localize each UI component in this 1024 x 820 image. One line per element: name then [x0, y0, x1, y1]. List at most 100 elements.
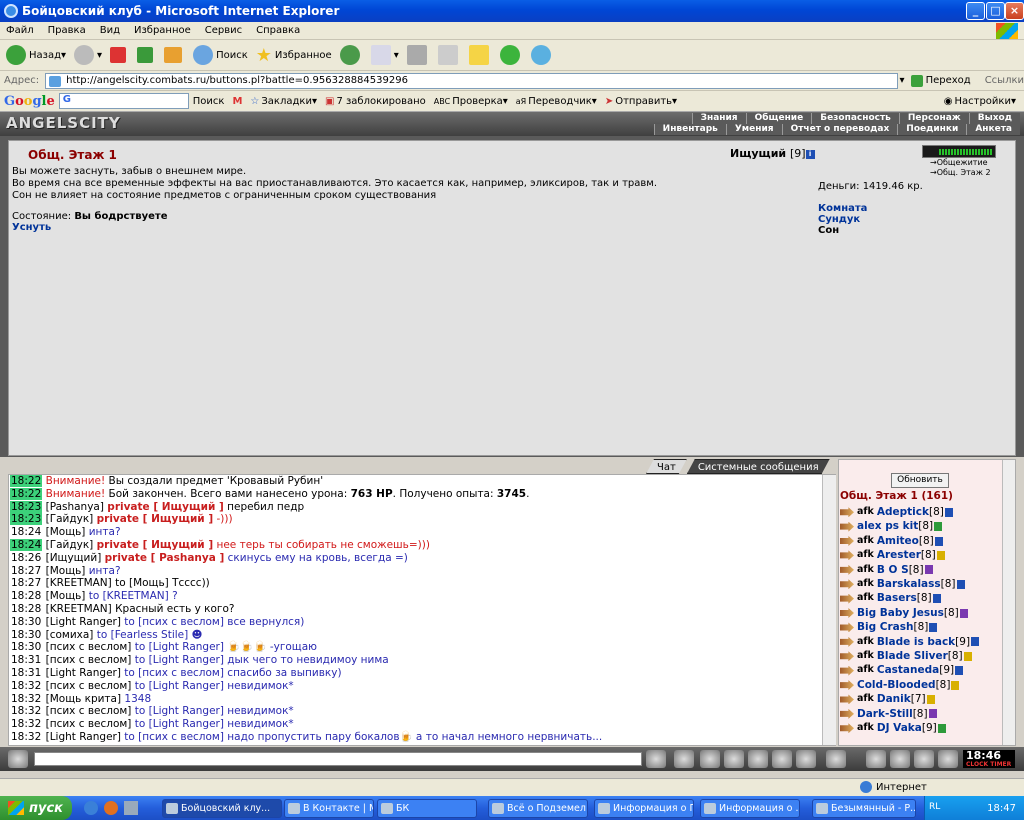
- private-arrow-icon[interactable]: [840, 507, 854, 518]
- clear-icon[interactable]: [674, 750, 694, 768]
- refresh-userlist-button[interactable]: Обновить: [891, 473, 949, 488]
- user-info-icon[interactable]: [971, 637, 980, 647]
- private-arrow-icon[interactable]: [840, 564, 854, 575]
- link-room[interactable]: Комната: [818, 203, 867, 214]
- user-row[interactable]: afk Danik [7]: [840, 692, 979, 706]
- nav-profile[interactable]: Анкета: [966, 124, 1020, 135]
- chat-time[interactable]: 18:24: [10, 526, 42, 538]
- stop-button[interactable]: [110, 47, 129, 63]
- filter-icon[interactable]: [700, 750, 720, 768]
- close-button[interactable]: ×: [1005, 2, 1024, 20]
- user-name[interactable]: B O S: [877, 563, 909, 577]
- user-info-icon[interactable]: [934, 536, 943, 546]
- private-arrow-icon[interactable]: [840, 708, 854, 719]
- tool-icon[interactable]: [890, 750, 910, 768]
- user-row[interactable]: afk Arester [8]: [840, 548, 979, 562]
- chat-time[interactable]: 18:32: [10, 718, 42, 730]
- user-row[interactable]: afk Basers [8]: [840, 591, 979, 605]
- player-info-icon[interactable]: i: [805, 149, 815, 159]
- chat-time[interactable]: 18:32: [10, 731, 42, 743]
- chat-time[interactable]: 18:30: [10, 629, 42, 641]
- user-name[interactable]: Arester: [877, 548, 921, 562]
- translator-button[interactable]: аЯ Переводчик ▾: [516, 96, 597, 107]
- private-arrow-icon[interactable]: [840, 521, 854, 532]
- user-row[interactable]: Dark-Still [8]: [840, 707, 979, 721]
- lock-icon[interactable]: [866, 750, 886, 768]
- send-message-icon[interactable]: [646, 750, 666, 768]
- chat-time[interactable]: 18:23: [10, 513, 43, 526]
- user-info-icon[interactable]: [956, 579, 965, 589]
- user-name[interactable]: Castaneda: [877, 663, 939, 677]
- task-dungeon-info[interactable]: Всё о Подземел...: [488, 799, 588, 818]
- print-button[interactable]: [406, 45, 430, 65]
- user-row[interactable]: Cold-Blooded [8]: [840, 678, 979, 692]
- chat-time[interactable]: 18:32: [10, 680, 42, 692]
- user-name[interactable]: Blade Sliver: [877, 649, 948, 663]
- messenger-button[interactable]: [530, 45, 554, 65]
- chat-time[interactable]: 18:26: [10, 552, 42, 564]
- search-button[interactable]: Поиск: [193, 45, 248, 65]
- save-icon[interactable]: [724, 750, 744, 768]
- user-name[interactable]: Danik: [877, 692, 911, 706]
- user-row[interactable]: afk Amiteo [8]: [840, 534, 979, 548]
- smiley-menu-icon[interactable]: [8, 750, 28, 768]
- send-button[interactable]: ➤ Отправить ▾: [605, 96, 677, 107]
- tab-chat[interactable]: Чат: [646, 459, 687, 474]
- user-info-icon[interactable]: [959, 608, 968, 618]
- chat-time[interactable]: 18:31: [10, 667, 42, 679]
- mail-button[interactable]: ▾: [370, 45, 399, 65]
- sound-icon[interactable]: [796, 750, 816, 768]
- spellcheck-button[interactable]: ABC Проверка ▾: [434, 96, 508, 107]
- task-info-g[interactable]: Информация о Г...: [594, 799, 694, 818]
- user-name[interactable]: Big Crash: [857, 620, 913, 634]
- private-arrow-icon[interactable]: [840, 680, 854, 691]
- edit-button[interactable]: [437, 45, 461, 65]
- user-name[interactable]: Dark-Still: [857, 707, 913, 721]
- chat-time[interactable]: 18:27: [10, 577, 42, 589]
- chat-time[interactable]: 18:30: [10, 616, 42, 628]
- user-name[interactable]: Basers: [877, 591, 917, 605]
- player-name[interactable]: Ищущий [9] i: [730, 147, 815, 160]
- nav-exit[interactable]: Выход: [968, 113, 1020, 124]
- task-info[interactable]: Информация о ...: [700, 799, 800, 818]
- user-info-icon[interactable]: [951, 680, 960, 690]
- gmail-button[interactable]: M: [232, 96, 242, 107]
- chat-time[interactable]: 18:23: [10, 500, 43, 513]
- nav-inventory[interactable]: Инвентарь: [653, 124, 726, 135]
- private-arrow-icon[interactable]: [840, 550, 854, 561]
- gear-icon[interactable]: [914, 750, 934, 768]
- link-chest[interactable]: Сундук: [818, 214, 867, 225]
- sleep-link[interactable]: Уснуть: [12, 222, 51, 233]
- address-dropdown-icon[interactable]: ▾: [900, 75, 905, 86]
- user-row[interactable]: afk Adeptick [8]: [840, 505, 979, 519]
- private-arrow-icon[interactable]: [840, 665, 854, 676]
- go-button[interactable]: Переход: [910, 74, 971, 87]
- user-info-icon[interactable]: [934, 522, 943, 532]
- private-arrow-icon[interactable]: [840, 579, 854, 590]
- ie-quicklaunch-icon[interactable]: [84, 801, 98, 815]
- user-row[interactable]: alex ps kit [8]: [840, 519, 979, 533]
- user-name[interactable]: Cold-Blooded: [857, 678, 936, 692]
- chat-time[interactable]: 18:22: [10, 475, 43, 487]
- favorites-button[interactable]: ★ Избранное: [256, 45, 332, 66]
- percent-icon[interactable]: [772, 750, 792, 768]
- menu-favorites[interactable]: Избранное: [134, 25, 191, 36]
- menu-tools[interactable]: Сервис: [205, 25, 242, 36]
- start-button[interactable]: пуск: [0, 796, 72, 820]
- user-name[interactable]: alex ps kit: [857, 519, 918, 533]
- menu-help[interactable]: Справка: [256, 25, 300, 36]
- user-name[interactable]: DJ Vaka: [877, 721, 922, 735]
- chat-time[interactable]: 18:24: [10, 538, 43, 551]
- task-bk[interactable]: БК: [377, 799, 477, 818]
- user-name[interactable]: Adeptick: [877, 505, 929, 519]
- history-button[interactable]: [339, 45, 363, 65]
- nav-security[interactable]: Безопасность: [811, 113, 899, 124]
- private-arrow-icon[interactable]: [840, 723, 854, 734]
- popup-blocker-button[interactable]: ▣ 7 заблокировано: [325, 96, 426, 107]
- notes-button[interactable]: [468, 45, 492, 65]
- nav-battles[interactable]: Поединки: [897, 124, 967, 135]
- user-name[interactable]: Amiteo: [877, 534, 919, 548]
- private-arrow-icon[interactable]: [840, 622, 854, 633]
- userlist-scrollbar[interactable]: [1002, 460, 1015, 745]
- minimize-button[interactable]: _: [966, 2, 985, 20]
